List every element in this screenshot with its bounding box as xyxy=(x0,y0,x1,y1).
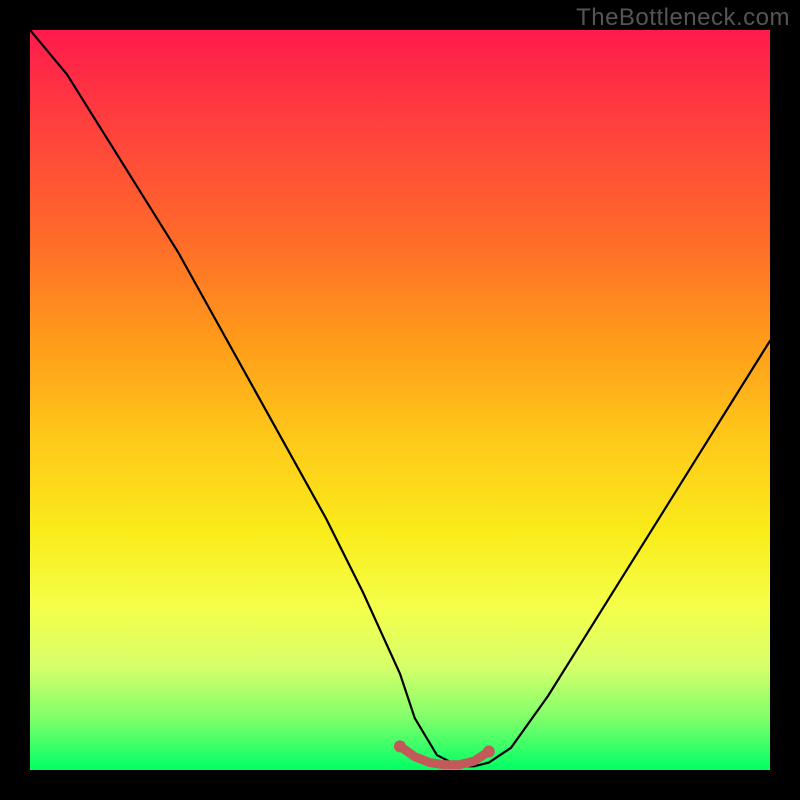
band-dot-right xyxy=(483,746,495,758)
plot-area xyxy=(30,30,770,770)
watermark-text: TheBottleneck.com xyxy=(576,4,790,32)
optimal-band-path xyxy=(400,746,489,765)
curve-svg xyxy=(30,30,770,770)
chart-frame: TheBottleneck.com xyxy=(0,0,800,800)
bottleneck-curve-path xyxy=(30,30,770,766)
band-dot-left xyxy=(394,740,406,752)
